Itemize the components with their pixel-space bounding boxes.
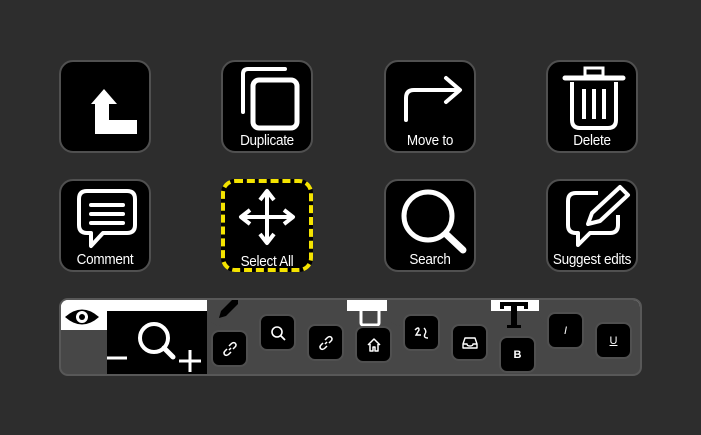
up-button[interactable]: [59, 60, 151, 153]
link-icon: [222, 341, 237, 356]
arrow-up-left-icon: [91, 89, 137, 134]
pencil-icon: [219, 300, 238, 318]
inbox-button[interactable]: [451, 324, 488, 361]
bold-button[interactable]: B: [499, 336, 536, 373]
link-icon: [318, 335, 333, 350]
search-label: Search: [409, 251, 451, 268]
inbox-icon: [461, 336, 478, 349]
select-all-label: Select All: [240, 253, 294, 270]
duplicate-button[interactable]: Duplicate: [221, 60, 313, 153]
zoom-control[interactable]: [107, 311, 207, 374]
comment-button[interactable]: Comment: [59, 179, 151, 272]
text-icon: [500, 302, 528, 328]
view-toggle[interactable]: [61, 300, 107, 330]
delete-label: Delete: [573, 132, 611, 149]
comment-label: Comment: [76, 251, 134, 268]
move-to-label: Move to: [406, 132, 454, 149]
underline-button[interactable]: U: [595, 322, 632, 359]
suggest-edits-label: Suggest edits: [552, 251, 632, 268]
zoom-icon: [107, 322, 201, 372]
delete-button[interactable]: Delete: [546, 60, 638, 153]
search-icon: [270, 325, 286, 341]
select-all-button[interactable]: Select All: [221, 179, 313, 272]
home-icon: [366, 337, 381, 352]
move-to-button[interactable]: Move to: [384, 60, 476, 153]
suggest-edits-button[interactable]: Suggest edits: [546, 179, 638, 272]
link-button[interactable]: [211, 330, 248, 367]
italic-button[interactable]: I: [547, 312, 584, 349]
search-button[interactable]: Search: [384, 179, 476, 272]
link-button-2[interactable]: [307, 324, 344, 361]
duplicate-label: Duplicate: [240, 132, 294, 149]
bottom-toolbar: B I U: [59, 298, 642, 376]
eye-icon: [65, 309, 99, 325]
find-button[interactable]: [259, 314, 296, 351]
handwriting-button[interactable]: [403, 314, 440, 351]
home-button[interactable]: [355, 326, 392, 363]
handwriting-icon: [414, 326, 428, 339]
